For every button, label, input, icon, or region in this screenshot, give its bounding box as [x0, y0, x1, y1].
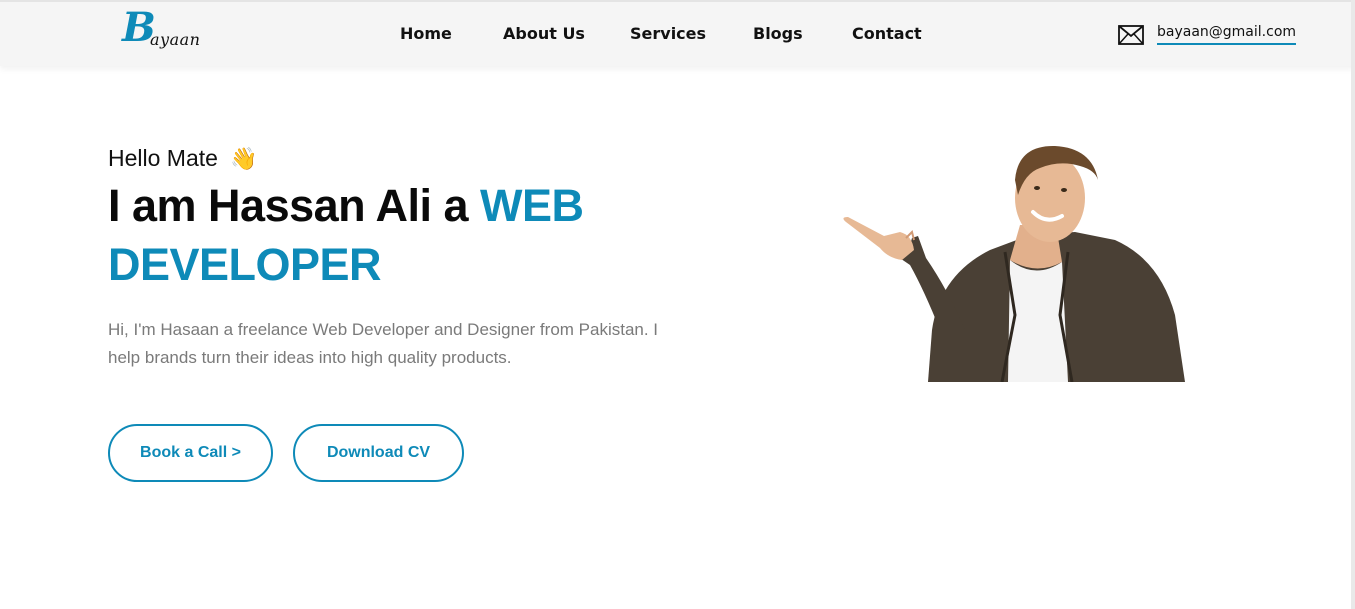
pointing-man-illustration [843, 145, 1185, 382]
mail-icon [1118, 25, 1144, 45]
hero-description: Hi, I'm Hasaan a freelance Web Developer… [108, 320, 659, 367]
logo-text: ayaan [150, 30, 201, 49]
hero-portrait-image [840, 140, 1185, 382]
book-a-call-button[interactable]: Book a Call > [108, 424, 273, 482]
headline-text: I am Hassan Ali a [108, 180, 481, 231]
hero-greeting: Hello Mate 👋 [108, 143, 258, 174]
email-link[interactable]: bayaan@gmail.com [1157, 23, 1297, 45]
nav-services[interactable]: Services [630, 22, 706, 46]
nav-home[interactable]: Home [400, 22, 452, 46]
waving-hand-icon: 👋 [230, 146, 258, 171]
brand-logo[interactable]: B ayaan [118, 6, 208, 58]
site-header: B ayaan Home About Us Services Blogs Con… [0, 0, 1355, 66]
nav-about-us[interactable]: About Us [503, 22, 585, 46]
scrollbar[interactable] [1351, 0, 1355, 609]
hero-headline: I am Hassan Ali a WEB DEVELOPER [108, 176, 708, 294]
greeting-text: Hello Mate [108, 145, 218, 171]
nav-blogs[interactable]: Blogs [753, 22, 803, 46]
nav-contact[interactable]: Contact [852, 22, 922, 46]
download-cv-button[interactable]: Download CV [293, 424, 464, 482]
